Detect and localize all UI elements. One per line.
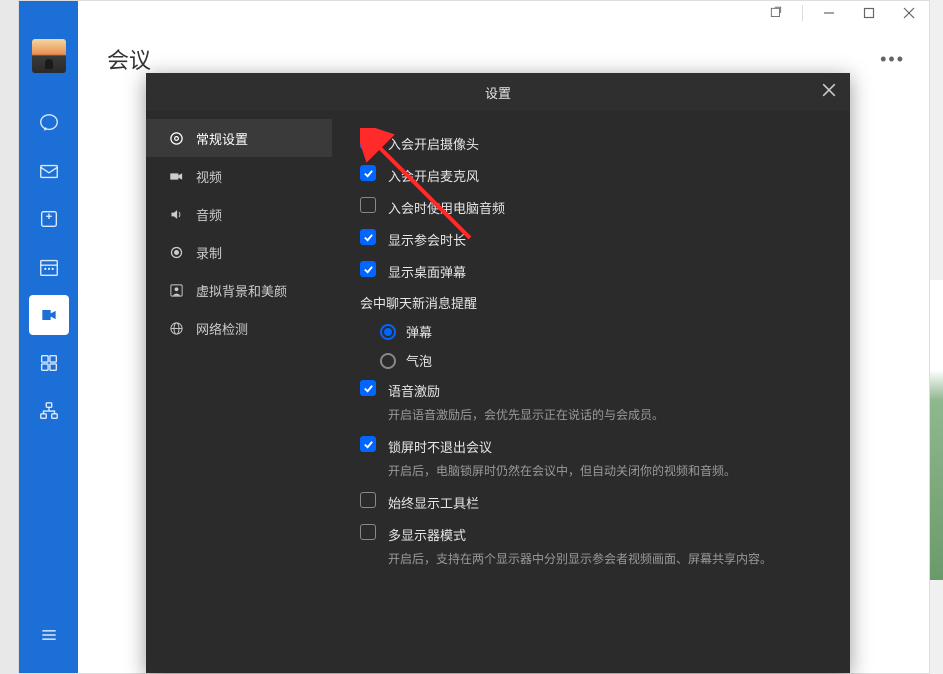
option-open-mic[interactable]: 入会开启麦克风 — [360, 165, 822, 185]
section-chat-reminder: 会中聊天新消息提醒 — [360, 293, 822, 312]
option-label: 显示桌面弹幕 — [388, 261, 466, 281]
radio-label: 弹幕 — [406, 322, 432, 341]
option-computer-audio[interactable]: 入会时使用电脑音频 — [360, 197, 822, 217]
modal-close-button[interactable] — [822, 83, 840, 101]
apps-icon[interactable] — [29, 343, 69, 383]
sidebar-item-virtual-bg[interactable]: 虚拟背景和美颜 — [146, 271, 332, 309]
main-sidebar — [19, 1, 78, 673]
radio-bubble[interactable]: 气泡 — [380, 351, 822, 370]
background-right-strip — [930, 280, 943, 580]
divider — [802, 5, 803, 21]
option-desc: 开启后，支持在两个显示器中分别显示参会者视频画面、屏幕共享内容。 — [388, 550, 772, 568]
option-always-toolbar[interactable]: 始终显示工具栏 — [360, 492, 822, 512]
sidebar-item-video[interactable]: 视频 — [146, 157, 332, 195]
mail-icon[interactable] — [29, 151, 69, 191]
option-label: 语音激励 — [388, 380, 664, 400]
sidebar-item-network[interactable]: 网络检测 — [146, 309, 332, 347]
checkbox[interactable] — [360, 380, 376, 396]
new-window-icon[interactable] — [762, 2, 790, 24]
background-left-strip — [0, 0, 18, 674]
menu-icon[interactable] — [29, 615, 69, 655]
radio[interactable] — [380, 353, 396, 369]
minimize-button[interactable] — [815, 2, 843, 24]
checkbox[interactable] — [360, 197, 376, 213]
settings-modal: 设置 常规设置 视频 音频 — [146, 73, 850, 673]
option-desktop-danmu[interactable]: 显示桌面弹幕 — [360, 261, 822, 281]
sidebar-item-label: 视频 — [196, 167, 222, 186]
page-title: 会议 — [107, 43, 151, 75]
org-icon[interactable] — [29, 391, 69, 431]
calendar-icon[interactable] — [29, 247, 69, 287]
modal-body: 常规设置 视频 音频 录制 虚拟背景和美颜 — [146, 111, 850, 673]
record-icon — [168, 244, 184, 260]
option-label: 多显示器模式 — [388, 524, 772, 544]
checkbox[interactable] — [360, 261, 376, 277]
sidebar-item-record[interactable]: 录制 — [146, 233, 332, 271]
gear-icon — [168, 130, 184, 146]
sidebar-item-label: 常规设置 — [196, 129, 248, 148]
meeting-icon[interactable] — [29, 295, 69, 335]
video-icon — [168, 168, 184, 184]
option-label: 锁屏时不退出会议 — [388, 436, 736, 456]
portrait-icon — [168, 282, 184, 298]
checkbox[interactable] — [360, 436, 376, 452]
modal-header: 设置 — [146, 73, 850, 111]
option-label: 入会时使用电脑音频 — [388, 197, 505, 217]
audio-icon — [168, 206, 184, 222]
doc-icon[interactable] — [29, 199, 69, 239]
option-multi-monitor[interactable]: 多显示器模式 开启后，支持在两个显示器中分别显示参会者视频画面、屏幕共享内容。 — [360, 524, 822, 568]
option-show-duration[interactable]: 显示参会时长 — [360, 229, 822, 249]
close-button[interactable] — [895, 2, 923, 24]
radio[interactable] — [380, 324, 396, 340]
network-icon — [168, 320, 184, 336]
more-button[interactable]: ••• — [880, 49, 905, 70]
maximize-button[interactable] — [855, 2, 883, 24]
option-open-camera[interactable]: 入会开启摄像头 — [360, 133, 822, 153]
settings-sidebar: 常规设置 视频 音频 录制 虚拟背景和美颜 — [146, 111, 332, 673]
modal-title: 设置 — [485, 83, 511, 102]
option-label: 入会开启摄像头 — [388, 133, 479, 153]
window-titlebar — [78, 1, 929, 25]
radio-label: 气泡 — [406, 351, 432, 370]
main-window: 会议 ••• 设置 常规设置 视频 音频 — [18, 0, 930, 674]
checkbox[interactable] — [360, 133, 376, 149]
checkbox[interactable] — [360, 165, 376, 181]
chat-icon[interactable] — [29, 103, 69, 143]
sidebar-item-label: 音频 — [196, 205, 222, 224]
settings-content: 入会开启摄像头 入会开启麦克风 入会时使用电脑音频 显示参会时长 显示桌面弹幕 — [332, 111, 850, 673]
option-desc: 开启语音激励后，会优先显示正在说话的与会成员。 — [388, 406, 664, 424]
sidebar-item-label: 虚拟背景和美颜 — [196, 281, 287, 300]
sidebar-item-label: 网络检测 — [196, 319, 248, 338]
radio-danmu[interactable]: 弹幕 — [380, 322, 822, 341]
sidebar-item-general[interactable]: 常规设置 — [146, 119, 332, 157]
option-desc: 开启后，电脑锁屏时仍然在会议中，但自动关闭你的视频和音频。 — [388, 462, 736, 480]
option-lockscreen-stay[interactable]: 锁屏时不退出会议 开启后，电脑锁屏时仍然在会议中，但自动关闭你的视频和音频。 — [360, 436, 822, 480]
sidebar-item-label: 录制 — [196, 243, 222, 262]
option-label: 入会开启麦克风 — [388, 165, 479, 185]
checkbox[interactable] — [360, 524, 376, 540]
checkbox[interactable] — [360, 229, 376, 245]
option-label: 始终显示工具栏 — [388, 492, 479, 512]
checkbox[interactable] — [360, 492, 376, 508]
sidebar-item-audio[interactable]: 音频 — [146, 195, 332, 233]
option-label: 显示参会时长 — [388, 229, 466, 249]
option-voice-activation[interactable]: 语音激励 开启语音激励后，会优先显示正在说话的与会成员。 — [360, 380, 822, 424]
avatar[interactable] — [32, 39, 66, 73]
